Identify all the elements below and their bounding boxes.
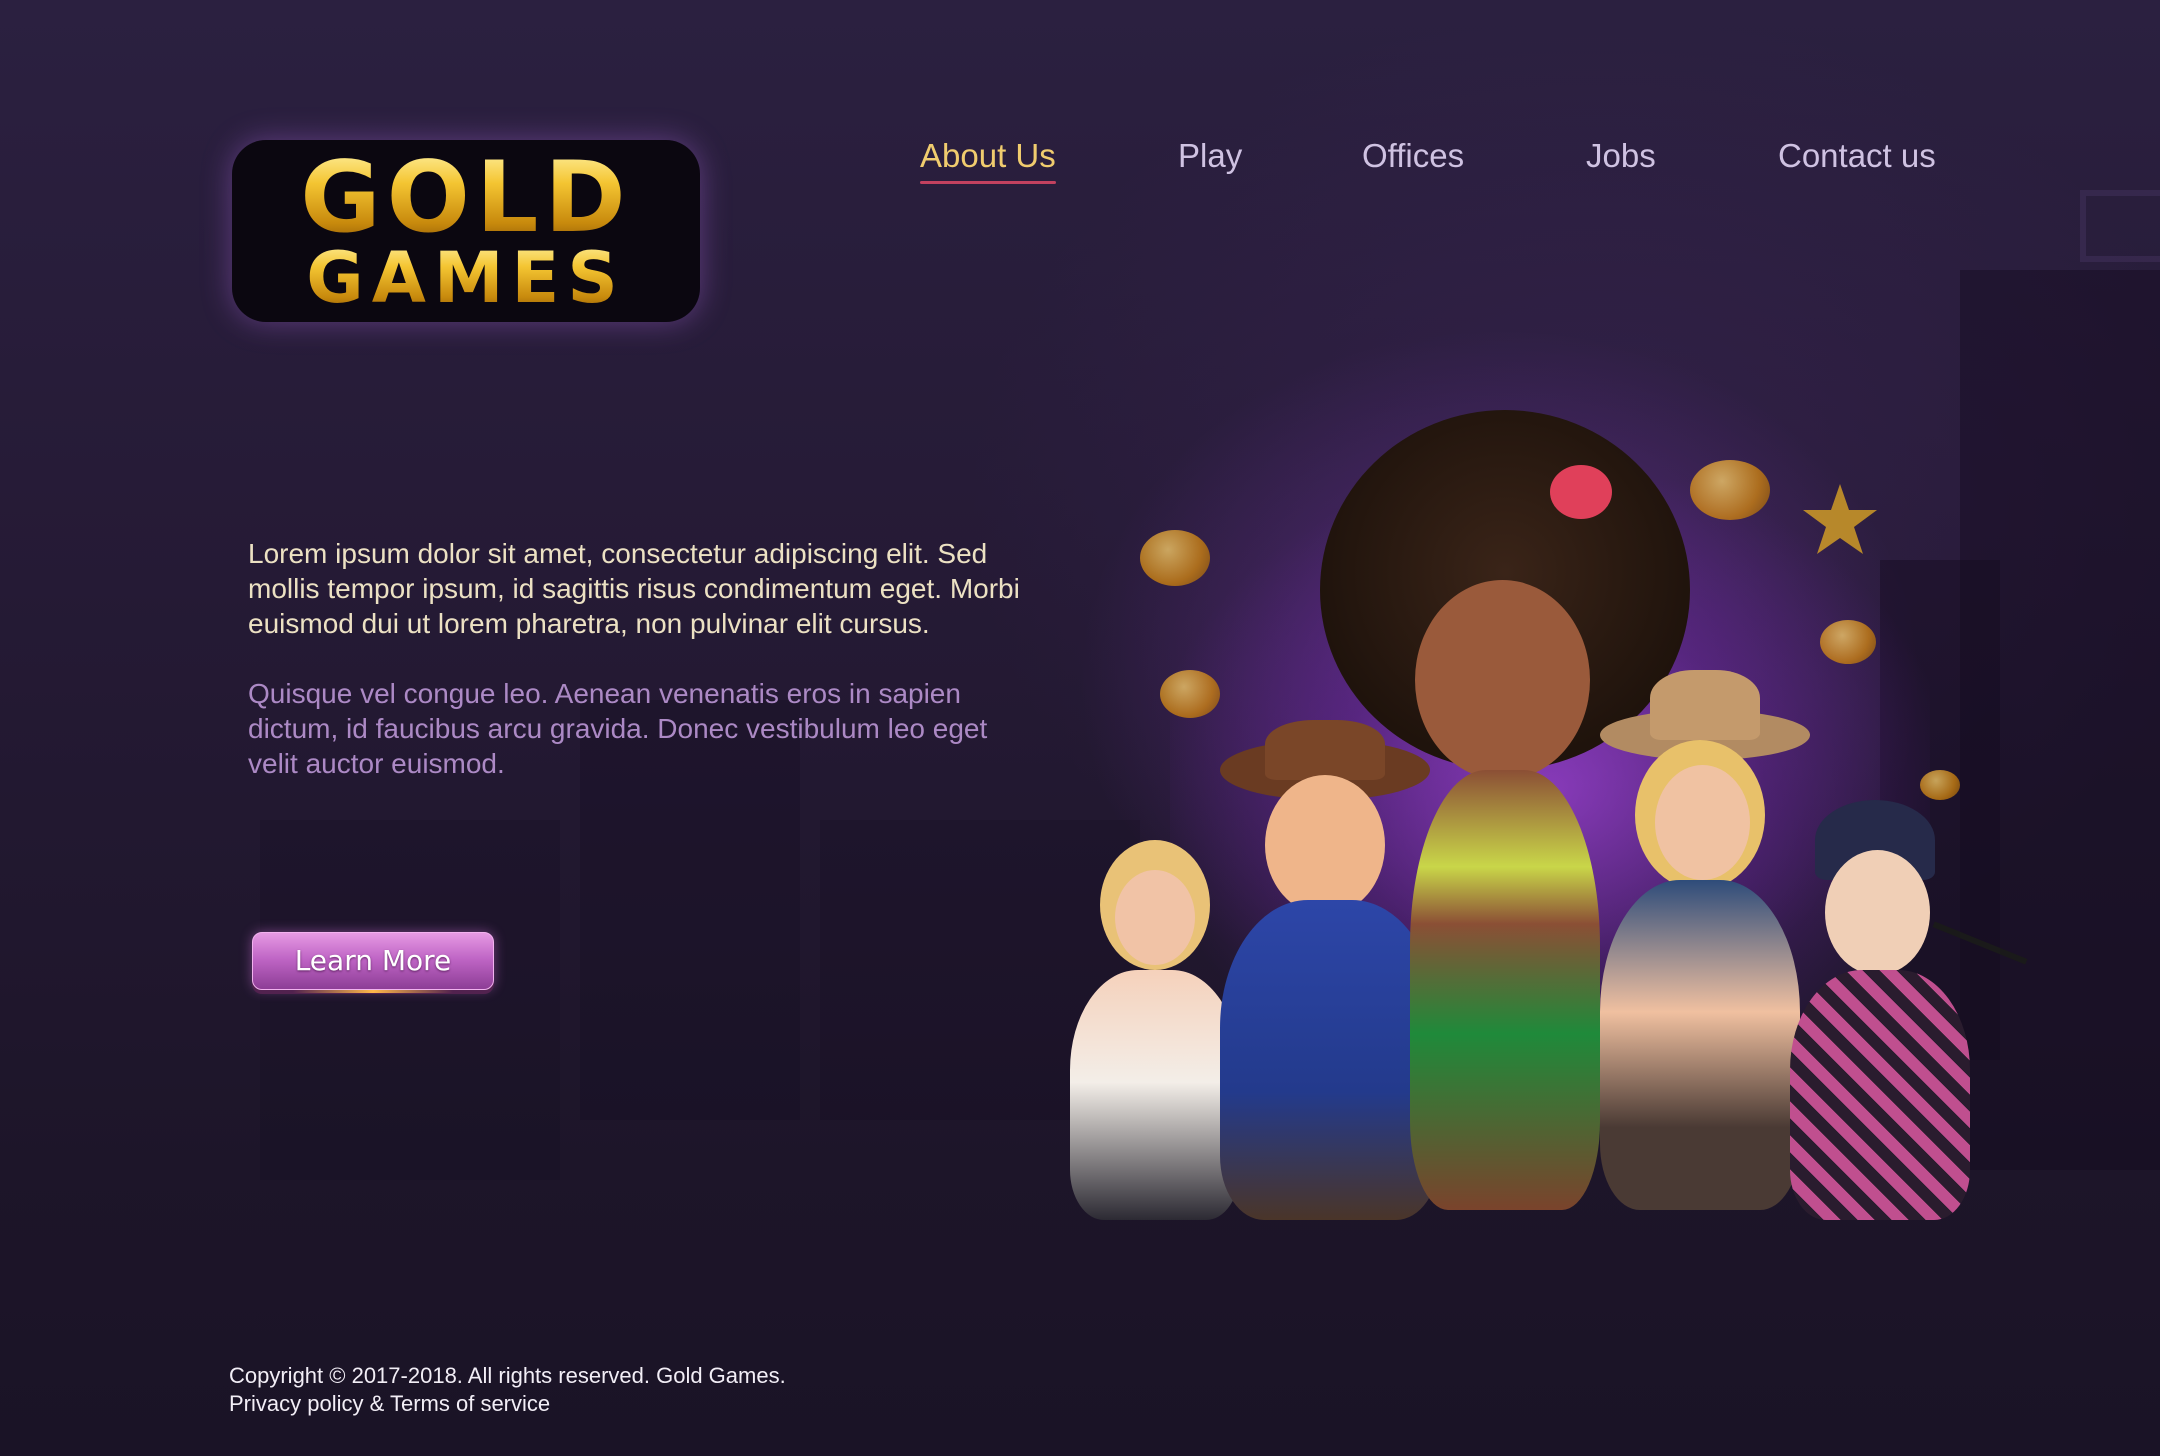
coin-icon	[1820, 620, 1876, 664]
intro-paragraph-1: Lorem ipsum dolor sit amet, consectetur …	[248, 538, 1020, 639]
main-navigation: About Us Play Offices Jobs Contact us	[0, 136, 2160, 186]
hero-characters-illustration	[1020, 400, 2120, 1220]
intro-paragraph-2: Quisque vel congue leo. Aenean venenatis…	[248, 678, 988, 779]
nav-jobs[interactable]: Jobs	[1586, 136, 1656, 176]
coin-icon	[1160, 670, 1220, 718]
background-building	[260, 820, 560, 1180]
coin-icon	[1920, 770, 1960, 800]
coin-icon	[1140, 530, 1210, 586]
footer: Copyright © 2017-2018. All rights reserv…	[229, 1362, 786, 1418]
star-icon	[1803, 484, 1877, 554]
background-billboard	[2080, 190, 2160, 262]
intro-text: Lorem ipsum dolor sit amet, consectetur …	[248, 536, 1038, 781]
footer-copyright: Copyright © 2017-2018. All rights reserv…	[229, 1363, 786, 1388]
character-jockey-girl	[1770, 800, 2028, 1220]
nav-play[interactable]: Play	[1178, 136, 1242, 176]
nav-contact-us[interactable]: Contact us	[1778, 136, 1936, 176]
footer-legal-links[interactable]: Privacy policy & Terms of service	[229, 1390, 786, 1418]
nav-offices[interactable]: Offices	[1362, 136, 1464, 176]
coin-icon	[1690, 460, 1770, 520]
learn-more-button[interactable]: Learn More	[252, 932, 494, 993]
logo-text-games: GAMES	[232, 240, 700, 316]
nav-about-us[interactable]: About Us	[920, 136, 1056, 184]
